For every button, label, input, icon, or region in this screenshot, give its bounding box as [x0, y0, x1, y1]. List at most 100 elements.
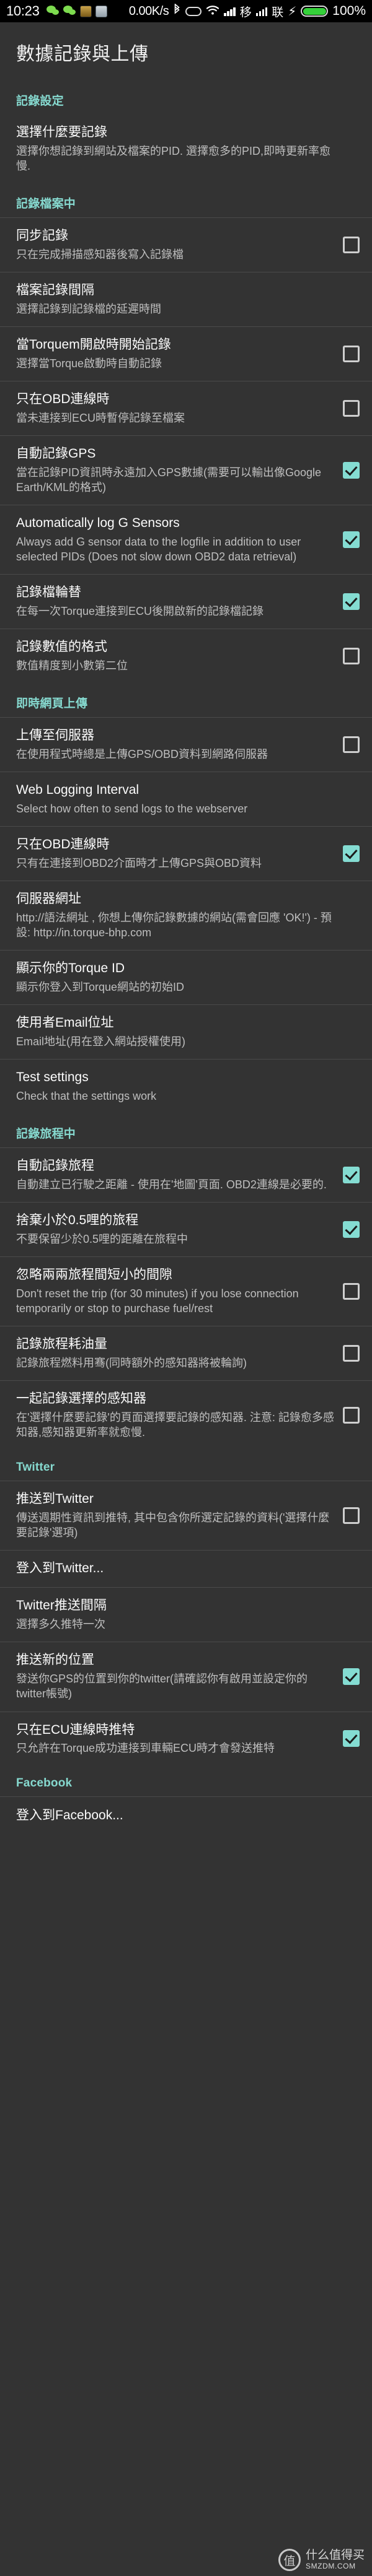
row-auto-log-g-sensors[interactable]: Automatically log G Sensors Always add G …: [0, 505, 372, 574]
watermark-logo-icon: 值: [278, 2549, 301, 2571]
list-item-summary: Check that the settings work: [16, 1090, 157, 1103]
list-item-title: Web Logging Interval: [16, 783, 140, 798]
list-item-text: 記錄旅程耗油量 記錄旅程燃料用骞(同時額外的感知器將被輪詢): [16, 1336, 343, 1370]
checkbox[interactable]: [343, 346, 360, 363]
checkbox[interactable]: [343, 237, 360, 254]
row-user-email-address[interactable]: 使用者Email位址 Email地址(用在登入網站授權使用): [0, 1005, 372, 1059]
list-item-title: Automatically log G Sensors: [16, 516, 180, 531]
row-tweet-to-twitter[interactable]: 推送到Twitter 傳送週期性資訊到推特, 其中包含你所選定記錄的資料('選擇什…: [0, 1481, 372, 1550]
list-item-summary: 選擇當Torque啟動時自動記錄: [16, 357, 162, 370]
list-item-title: 登入到Twitter...: [16, 1561, 104, 1576]
wifi-icon: [206, 4, 219, 18]
row-show-torque-id[interactable]: 顯示你的Torque ID 顯示你登入到Torque網站的初始ID: [0, 951, 372, 1004]
row-log-selected-sensors[interactable]: 一起記錄選擇的感知器 在'選擇什麼要記錄'的頁面選擇要記錄的感知器. 注意: 記錄…: [0, 1381, 372, 1450]
network-speed-label: 0.00K/s: [128, 4, 169, 18]
list-item-text: Twitter推送間隔 選擇多久推特一次: [16, 1598, 343, 1632]
vibrate-icon: [185, 6, 202, 16]
row-start-logging-on-launch[interactable]: 當Torquem開啟時開始記錄 選擇當Torque啟動時自動記錄: [0, 327, 372, 381]
row-ignore-short-gaps[interactable]: 忽略兩兩旅程間短小的間隙 Don't reset the trip (for 30…: [0, 1257, 372, 1326]
row-sync-logging[interactable]: 同步記錄 只在完成掃描感知器後寫入記錄檔: [0, 218, 372, 272]
list-item-summary: Always add G sensor data to the logfile …: [16, 536, 301, 564]
row-logfile-rotation[interactable]: 記錄檔輪替在每一次Torque連接到ECU後開啟新的記錄檔記錄: [0, 575, 372, 629]
list-item-summary: 顯示你登入到Torque網站的初始ID: [16, 981, 185, 994]
checkbox[interactable]: [343, 736, 360, 754]
checkbox[interactable]: [343, 1221, 360, 1238]
checkbox[interactable]: [343, 1668, 360, 1686]
row-auto-log-gps[interactable]: 自動記錄GPS 當在記錄PID資訊時永遠加入GPS數據(需要可以輸出像Google…: [0, 436, 372, 505]
row-web-logging-interval[interactable]: Web Logging Interval Select how often to …: [0, 772, 372, 826]
checkbox[interactable]: [343, 400, 360, 417]
checkbox[interactable]: [343, 531, 360, 549]
list-item-title: 只在OBD連線時: [16, 837, 110, 852]
row-select-what-to-log[interactable]: 選擇什麼要記錄 選擇你想記錄到網站及檔案的PID. 選擇愈多的PID,即時更新率愈…: [0, 115, 372, 183]
list-item-text: Automatically log G Sensors Always add G …: [16, 515, 343, 564]
list-item-text: 忽略兩兩旅程間短小的間隙 Don't reset the trip (for 30…: [16, 1267, 343, 1316]
list-item-title: 只在OBD連線時: [16, 392, 110, 407]
list-item-summary: 在每一次Torque連接到ECU後開啟新的記錄檔記錄: [16, 605, 264, 618]
list-item-title: 檔案記錄間隔: [16, 283, 94, 298]
list-item-summary: 選擇你想記錄到網站及檔案的PID. 選擇愈多的PID,即時更新率愈慢.: [16, 144, 331, 172]
row-auto-log-trips[interactable]: 自動記錄旅程 自動建立已行駛之距離 - 使用在'地圖'頁面. OBD2連線是必要的…: [0, 1148, 372, 1202]
row-server-url[interactable]: 伺服器網址 http://語法網址 , 你想上傳你記錄數據的網站(需會回應 'OK…: [0, 881, 372, 950]
checkbox[interactable]: [343, 1507, 360, 1525]
list-item-title: Twitter推送間隔: [16, 1598, 107, 1613]
row-file-logging-interval[interactable]: 檔案記錄間隔 選擇記錄到記錄檔的延遲時間: [0, 272, 372, 326]
row-only-when-obd-connected-file[interactable]: 只在OBD連線時 當未連接到ECU時暫停記錄至檔案: [0, 381, 372, 435]
checkbox[interactable]: [343, 1283, 360, 1300]
checkbox[interactable]: [343, 1345, 360, 1362]
checkbox[interactable]: [343, 1167, 360, 1184]
list-item-text: 同步記錄 只在完成掃描感知器後寫入記錄檔: [16, 228, 343, 262]
checkbox[interactable]: [343, 1730, 360, 1747]
row-log-trip-fuel[interactable]: 記錄旅程耗油量 記錄旅程燃料用骞(同時額外的感知器將被輪詢): [0, 1326, 372, 1380]
list-item-text: 推送到Twitter 傳送週期性資訊到推特, 其中包含你所選定記錄的資料('選擇什…: [16, 1491, 343, 1540]
list-item-text: 自動記錄GPS 當在記錄PID資訊時永遠加入GPS數據(需要可以輸出像Google…: [16, 446, 343, 495]
settings-screen: 10:23 0.00K/s 移 联 ⚡ 100% 數據記錄與上傳 記錄設定 選擇…: [0, 0, 372, 2576]
list-item-text: 只在OBD連線時 當未連接到ECU時暫停記錄至檔案: [16, 391, 343, 425]
row-log-value-format[interactable]: 記錄數值的格式數值精度到小數第二位: [0, 629, 372, 683]
row-test-settings[interactable]: Test settings Check that the settings wor…: [0, 1060, 372, 1113]
list-item-summary: 只有在連接到OBD2介面時才上傳GPS與OBD資料: [16, 857, 262, 870]
page-title: 數據記錄與上傳: [16, 44, 149, 64]
checkbox[interactable]: [343, 593, 360, 611]
list-item-title: 記錄旅程耗油量: [16, 1337, 107, 1352]
section-header: Twitter: [16, 1461, 55, 1474]
checkbox[interactable]: [343, 845, 360, 863]
row-only-when-obd-connected-web[interactable]: 只在OBD連線時只有在連接到OBD2介面時才上傳GPS與OBD資料: [0, 827, 372, 881]
list-item-summary: 只允許在Torque成功連接到車輛ECU時才會發送推特: [16, 1742, 275, 1755]
checkbox[interactable]: [343, 1407, 360, 1424]
row-discard-short-trips[interactable]: 捨棄小於0.5哩的旅程 不要保留少於0.5哩的距離在旅程中: [0, 1203, 372, 1256]
list-item-title: 記錄檔輪替: [16, 585, 81, 600]
list-item-text: 捨棄小於0.5哩的旅程 不要保留少於0.5哩的距離在旅程中: [16, 1212, 343, 1247]
list-item-title: 上傳至伺服器: [16, 728, 94, 743]
list-item-title: 顯示你的Torque ID: [16, 961, 125, 976]
wechat-icon: [46, 6, 60, 17]
list-item-text: 登入到Facebook...: [16, 1808, 343, 1824]
list-item-title: 登入到Facebook...: [16, 1808, 123, 1822]
row-upload-to-server[interactable]: 上傳至伺服器在使用程式時總是上傳GPS/OBD資料到網路伺服器: [0, 718, 372, 772]
list-item-title: 當Torquem開啟時開始記錄: [16, 337, 171, 352]
list-item-text: 檔案記錄間隔 選擇記錄到記錄檔的延遲時間: [16, 282, 343, 316]
bluetooth-icon: [173, 3, 181, 19]
row-login-to-facebook[interactable]: 登入到Facebook...: [0, 1797, 372, 1834]
row-tweet-new-location[interactable]: 推送新的位置 發送你GPS的位置到你的twitter(請確認你有啟用並設定你的tw…: [0, 1642, 372, 1711]
status-bar: 10:23 0.00K/s 移 联 ⚡ 100%: [0, 0, 372, 22]
row-login-to-twitter[interactable]: 登入到Twitter...: [0, 1551, 372, 1587]
list-item-text: 上傳至伺服器在使用程式時總是上傳GPS/OBD資料到網路伺服器: [16, 728, 343, 762]
list-item-summary: 在'選擇什麼要記錄'的頁面選擇要記錄的感知器. 注意: 記錄愈多感知器,感知器更…: [16, 1411, 334, 1439]
list-item-title: Test settings: [16, 1070, 89, 1085]
list-item-title: 忽略兩兩旅程間短小的間隙: [16, 1268, 172, 1282]
list-item-summary: 數值精度到小數第二位: [16, 659, 128, 672]
row-tweet-only-when-ecu-connected[interactable]: 只在ECU連線時推特 只允許在Torque成功連接到車輛ECU時才會發送推特: [0, 1712, 372, 1766]
battery-percent-label: 100%: [332, 4, 366, 18]
checkbox[interactable]: [343, 648, 360, 665]
list-item-summary: 當在記錄PID資訊時永遠加入GPS數據(需要可以輸出像Google Earth/…: [16, 466, 322, 494]
list-item-summary: Don't reset the trip (for 30 minutes) if…: [16, 1287, 299, 1315]
list-item-summary: 在使用程式時總是上傳GPS/OBD資料到網路伺服器: [16, 748, 268, 761]
row-twitter-interval[interactable]: Twitter推送間隔 選擇多久推特一次: [0, 1588, 372, 1642]
list-item-title: 記錄數值的格式: [16, 640, 107, 655]
status-bar-clock: 10:23: [6, 3, 40, 19]
list-item-text: 登入到Twitter...: [16, 1560, 343, 1577]
list-item-text: 只在OBD連線時只有在連接到OBD2介面時才上傳GPS與OBD資料: [16, 837, 343, 871]
checkbox[interactable]: [343, 462, 360, 479]
app-icon: [79, 5, 92, 17]
